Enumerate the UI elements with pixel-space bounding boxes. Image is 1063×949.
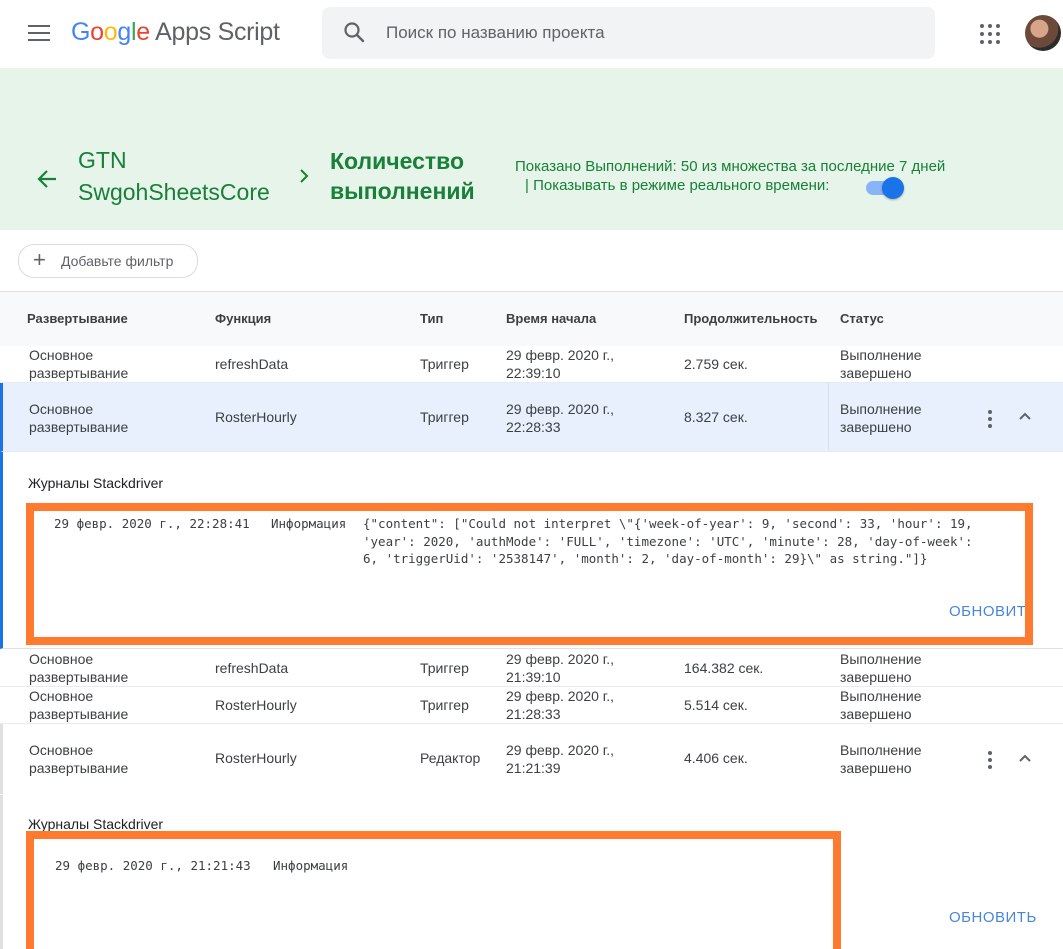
table-row[interactable]: Основное развертывание RosterHourly Тригг… [0,687,1063,724]
start-time-cell: 29 февр. 2020 г., 21:21:39 [506,742,614,776]
main-menu-icon[interactable] [28,25,50,43]
refresh-button[interactable]: ОБНОВИТЬ [949,909,1037,926]
start-time-cell: 29 февр. 2020 г., 22:39:10 [506,347,614,381]
deployment-cell: Основное развертывание [29,401,129,435]
function-cell: RosterHourly [215,409,297,425]
highlight-box [26,503,1033,645]
type-cell: Редактор [420,750,481,766]
duration-cell: 8.327 сек. [684,409,748,425]
status-cell: Выполнение завершено [840,742,922,776]
add-filter-button[interactable]: + Добавьте фильтр [18,244,198,278]
search-input[interactable]: Поиск по названию проекта [322,7,935,59]
column-header-duration[interactable]: Продолжительность [684,311,817,326]
logo-letter: e [136,18,150,46]
more-vert-icon[interactable] [988,751,992,772]
type-cell: Триггер [420,356,469,372]
realtime-label: | Показывать в режиме реального времени: [525,177,830,194]
function-cell: RosterHourly [215,697,297,713]
start-time-cell: 29 февр. 2020 г., 22:28:33 [506,401,614,435]
back-arrow-icon[interactable] [36,168,58,190]
avatar[interactable] [1025,15,1061,51]
duration-cell: 2.759 сек. [684,356,748,372]
table-row[interactable]: Основное развертывание refreshData Тригге… [0,650,1063,687]
table-row-expanded[interactable]: Основное развертывание RosterHourly Редак… [0,724,1063,794]
table-row-selected[interactable]: Основное развертывание RosterHourly Тригг… [0,383,1063,452]
function-cell: refreshData [215,356,289,372]
realtime-toggle[interactable] [866,177,904,199]
deployment-cell: Основное развертывание [29,688,129,722]
log-panel-heading: Журналы Stackdriver [28,816,164,832]
table-row[interactable]: Основное развертывание refreshData Тригге… [0,346,1063,383]
table-header: Развертывание Функция Тип Время начала П… [0,291,1063,347]
column-header-status[interactable]: Статус [840,311,884,326]
column-header-type[interactable]: Тип [420,311,443,326]
function-cell: refreshData [215,660,289,676]
status-cell: Выполнение завершено [840,651,922,685]
collapse-chevron-icon[interactable] [1018,411,1032,421]
page-title: Количество выполнений [330,146,475,206]
logo-letter: G [71,18,91,46]
google-apps-icon[interactable] [980,24,1000,44]
column-header-function[interactable]: Функция [215,311,271,326]
logo-letter: o [90,18,104,46]
type-cell: Триггер [420,409,469,425]
log-panel-heading: Журналы Stackdriver [28,475,164,491]
duration-cell: 164.382 сек. [684,660,764,676]
logo-letter: g [117,18,131,46]
project-name-line1: GTN [78,147,127,173]
status-cell: Выполнение завершено [840,347,922,381]
more-vert-icon[interactable] [988,410,992,431]
column-header-deployment[interactable]: Развертывание [27,311,128,326]
start-time-cell: 29 февр. 2020 г., 21:28:33 [506,688,614,722]
deployment-cell: Основное развертывание [29,347,129,381]
project-name[interactable]: GTN SwgohSheetsCore [78,144,270,208]
logo-product-name: Apps Script [155,18,280,46]
logo-letter: o [103,18,118,46]
start-time-cell: 29 февр. 2020 г., 21:39:10 [506,651,614,685]
function-cell: RosterHourly [215,750,297,766]
project-name-line2: SwgohSheetsCore [78,179,270,205]
plus-icon: + [33,247,46,272]
status-cell: Выполнение завершено [840,688,922,722]
collapse-chevron-icon[interactable] [1018,753,1032,763]
duration-cell: 5.514 сек. [684,697,748,713]
status-cell: Выполнение завершено [840,401,922,435]
highlight-box [26,831,841,949]
deployment-cell: Основное развертывание [29,651,129,685]
search-icon [344,22,365,43]
column-header-start-time[interactable]: Время начала [506,311,596,326]
page-title-line2: выполнений [330,178,475,204]
top-app-bar: Google Apps Script Поиск по названию про… [0,0,1063,68]
type-cell: Триггер [420,660,469,676]
deployment-cell: Основное развертывание [29,742,129,776]
search-placeholder: Поиск по названию проекта [386,23,605,42]
add-filter-label: Добавьте фильтр [61,253,174,269]
breadcrumb-chevron-icon [300,169,309,183]
page-title-line1: Количество [330,148,465,174]
duration-cell: 4.406 сек. [684,750,748,766]
executions-count-text: Показано Выполнений: 50 из множества за … [515,158,946,175]
type-cell: Триггер [420,697,469,713]
apps-script-logo[interactable]: Google Apps Script [71,18,280,47]
